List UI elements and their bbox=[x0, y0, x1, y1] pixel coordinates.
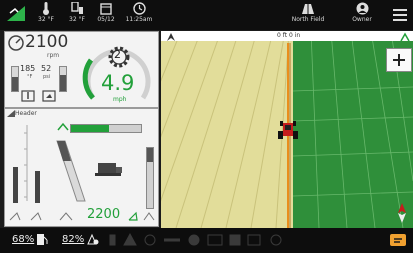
rpm-value: 2100 bbox=[25, 32, 69, 52]
flow-icon bbox=[57, 122, 69, 131]
header-height-value: 2200 bbox=[87, 207, 121, 222]
flow-bar bbox=[70, 124, 142, 133]
oil-pressure-unit: psi bbox=[43, 74, 51, 80]
header-tilt-bottom-icon bbox=[59, 212, 73, 221]
header-title: Header bbox=[15, 110, 37, 117]
calendar-icon bbox=[100, 3, 112, 15]
date-value: 05/12 bbox=[97, 16, 115, 23]
header-right-bar bbox=[35, 171, 40, 203]
gear-value: 2 bbox=[114, 48, 121, 61]
page-indicator bbox=[203, 21, 217, 36]
speed-value: 4.9 bbox=[101, 71, 135, 95]
coolant-value: 185 bbox=[20, 64, 36, 73]
tractor-icon bbox=[278, 121, 298, 139]
reel-icon bbox=[143, 212, 155, 221]
reel-height-gauge bbox=[146, 147, 154, 209]
compass-icon[interactable] bbox=[397, 203, 407, 223]
thermometer-icon bbox=[43, 2, 49, 15]
time-display: 11:25am bbox=[120, 2, 158, 23]
top-status-bar: 32 °F 32 °F 05/12 11:25am North Field Ow… bbox=[0, 0, 413, 36]
user-icon bbox=[356, 2, 368, 15]
clock-icon bbox=[132, 2, 146, 15]
signal-icon[interactable] bbox=[6, 4, 26, 22]
header-height-icon bbox=[9, 212, 42, 221]
oil-pressure-value: 52 bbox=[41, 64, 52, 73]
speed-unit: mph bbox=[113, 96, 127, 103]
field-selector[interactable]: North Field bbox=[288, 2, 328, 23]
coolant-unit: °F bbox=[27, 74, 33, 80]
alert-button[interactable] bbox=[388, 231, 408, 249]
north-arrow-icon bbox=[167, 33, 175, 41]
date-display: 05/12 bbox=[93, 2, 119, 23]
oil-can-icon bbox=[42, 90, 56, 102]
user-selector[interactable]: Owner bbox=[348, 2, 376, 23]
indicator-icons bbox=[109, 233, 282, 246]
field-name: North Field bbox=[291, 16, 325, 23]
engine-panel[interactable]: 2100 rpm 185 °F 52 psi 2 4.9 mph bbox=[4, 31, 159, 108]
guidance-offset: 0 ft 0 in bbox=[277, 32, 301, 39]
field-icon bbox=[302, 4, 314, 14]
guidance-map[interactable]: 0 ft 0 in bbox=[161, 31, 413, 228]
def-icon[interactable] bbox=[86, 233, 99, 246]
time-value: 11:25am bbox=[125, 16, 153, 23]
tilt-gauge bbox=[56, 140, 86, 202]
outside-temp: 32 °F bbox=[32, 2, 60, 23]
engine-rpm-icon bbox=[8, 35, 24, 51]
menu-icon[interactable] bbox=[392, 7, 408, 21]
fuel-icon[interactable] bbox=[36, 233, 48, 246]
bottom-status-bar: 68% 82% bbox=[0, 228, 413, 253]
user-name: Owner bbox=[352, 16, 372, 23]
oil-pressure-gauge bbox=[59, 66, 67, 92]
height-setpoint-icon bbox=[128, 211, 138, 221]
rpm-unit: rpm bbox=[47, 52, 60, 59]
def-level-value: 82% bbox=[62, 234, 85, 245]
outside-temp-value: 32 °F bbox=[38, 16, 54, 23]
coolant-icon bbox=[21, 90, 35, 102]
cab-temp-value: 32 °F bbox=[69, 16, 85, 23]
header-panel[interactable]: Header 2200 bbox=[4, 108, 159, 227]
header-left-bar bbox=[13, 167, 18, 203]
combine-header-icon bbox=[95, 163, 122, 176]
guidance-status-icon[interactable] bbox=[399, 32, 411, 42]
coolant-gauge bbox=[11, 66, 19, 92]
cab-thermometer-icon bbox=[71, 2, 83, 14]
cab-temp: 32 °F bbox=[62, 2, 92, 23]
fuel-level-value: 68% bbox=[12, 234, 35, 245]
header-tilt-icon bbox=[7, 110, 15, 117]
zoom-in-button[interactable] bbox=[386, 48, 412, 72]
